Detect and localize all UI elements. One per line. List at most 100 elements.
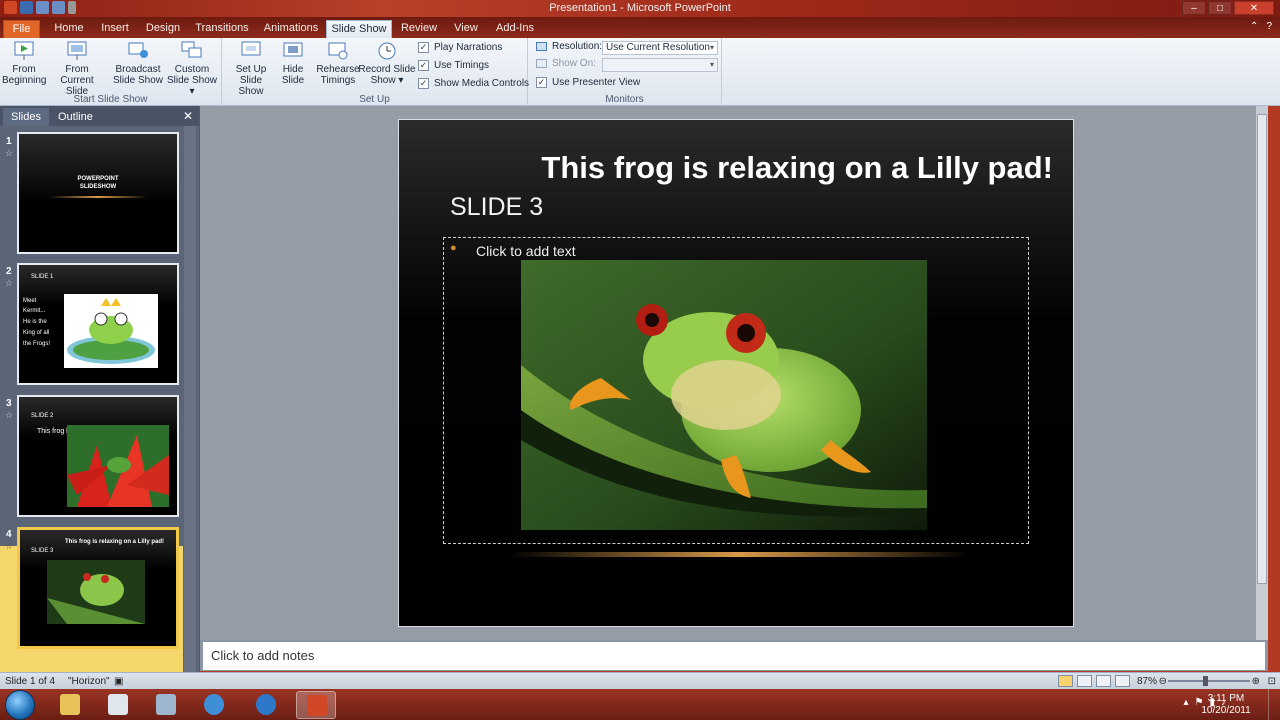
slide-title[interactable]: This frog is relaxing on a Lilly pad! — [541, 150, 1053, 186]
show-desktop-button[interactable] — [1268, 689, 1280, 720]
minimize-button[interactable]: – — [1182, 1, 1206, 15]
set-up-slide-show-button[interactable]: Set Up Slide Show — [226, 40, 276, 97]
slide-canvas[interactable]: This frog is relaxing on a Lilly pad! SL… — [398, 119, 1074, 627]
chevron-down-icon: ▾ — [395, 75, 404, 86]
close-icon[interactable]: ✕ — [183, 109, 193, 123]
tab-design[interactable]: Design — [142, 20, 184, 38]
from-beginning-button[interactable]: From Beginning — [2, 40, 46, 86]
play-narrations-checkbox[interactable]: ✓ Play Narrations — [418, 42, 502, 53]
show-hidden-icons-icon[interactable]: ▴ — [1183, 697, 1188, 708]
tab-outline[interactable]: Outline — [50, 108, 101, 126]
maximize-button[interactable]: □ — [1208, 1, 1232, 15]
accent-line — [49, 196, 147, 198]
tab-add-ins[interactable]: Add-Ins — [492, 20, 538, 38]
tab-animations[interactable]: Animations — [260, 20, 322, 38]
slide-sorter-icon[interactable] — [1077, 675, 1092, 687]
taskbar-internet-explorer[interactable] — [194, 691, 234, 719]
start-button[interactable] — [5, 690, 35, 720]
taskbar-explorer[interactable] — [50, 691, 90, 719]
frog-on-leaf-photo[interactable] — [521, 260, 927, 530]
setup-icon — [241, 41, 261, 56]
clock[interactable]: 3:11 PM 10/20/2011 — [1196, 693, 1256, 717]
from-current-slide-button[interactable]: From Current Slide — [48, 40, 106, 97]
slide-thumbnail-2[interactable]: SLIDE 1 Meet Kermit... He is the King of… — [17, 263, 179, 385]
tab-file[interactable]: File — [3, 20, 40, 38]
zoom-slider-thumb[interactable] — [1203, 676, 1208, 686]
content-placeholder[interactable]: ● Click to add text — [443, 237, 1029, 544]
minimize-ribbon-icon[interactable]: ⌃ — [1250, 21, 1258, 32]
checkbox-checked-icon: ✓ — [536, 77, 547, 88]
tab-insert[interactable]: Insert — [96, 20, 134, 38]
clock-date: 10/20/2011 — [1201, 705, 1251, 716]
group-label: Start Slide Show — [73, 94, 148, 105]
reading-view-icon[interactable] — [1096, 675, 1111, 687]
notes-box[interactable]: Click to add notes — [203, 642, 1265, 670]
slides-pane: Slides Outline ✕ 1 ☆ POWERPOINT SLIDESHO… — [0, 106, 199, 672]
calculator-icon — [156, 694, 176, 715]
vertical-scrollbar[interactable] — [1256, 106, 1268, 640]
taskbar-itunes[interactable] — [246, 691, 286, 719]
slide-thumbnails: 1 ☆ POWERPOINT SLIDESHOW 2 ☆ SLIDE 1 Mee… — [0, 126, 199, 672]
taskbar-calculator[interactable] — [146, 691, 186, 719]
taskbar-powerpoint[interactable] — [296, 691, 336, 719]
broadcast-icon — [128, 42, 148, 58]
help-icon[interactable]: ? — [1266, 21, 1272, 32]
slide-subtitle[interactable]: SLIDE 3 — [450, 193, 543, 222]
tab-slides[interactable]: Slides — [3, 108, 49, 126]
scrollbar-thumb[interactable] — [1257, 114, 1267, 584]
slide-number: 1 — [6, 136, 12, 147]
resolution-dropdown[interactable]: Use Current Resolution ▾ — [602, 41, 718, 55]
group-label: Set Up — [359, 94, 390, 105]
frog-thumbnail-photo — [47, 560, 145, 624]
star-icon: ☆ — [5, 541, 14, 551]
current-slide-icon — [67, 41, 87, 60]
powerpoint-icon — [307, 695, 327, 716]
tab-view[interactable]: View — [448, 20, 484, 38]
group-set-up: Set Up Slide Show Hide Slide Rehearse Timin… — [222, 38, 529, 106]
tab-slide-show[interactable]: Slide Show — [326, 20, 392, 38]
slide-thumbnail-3[interactable]: SLIDE 2 This frog has huge red eyeballs! — [17, 395, 179, 517]
slide-show-icon[interactable] — [1115, 675, 1130, 687]
use-presenter-view-checkbox[interactable]: ✓ Use Presenter View — [536, 77, 640, 88]
title-bar: Presentation1 - Microsoft PowerPoint – □… — [0, 0, 1280, 17]
checkbox-checked-icon: ✓ — [418, 78, 429, 89]
taskbar-notepad[interactable] — [98, 691, 138, 719]
decorative-glow-line — [509, 552, 969, 557]
kermit-clipart — [64, 294, 158, 368]
checkbox-checked-icon: ✓ — [418, 60, 429, 71]
tab-home[interactable]: Home — [50, 20, 88, 38]
tab-review[interactable]: Review — [398, 20, 440, 38]
zoom-level[interactable]: 87% — [1137, 676, 1157, 687]
zoom-in-icon[interactable]: ⊕ — [1252, 676, 1260, 687]
fit-to-window-icon[interactable]: ⊡ — [1268, 676, 1276, 687]
close-window-button[interactable]: ✕ — [1234, 1, 1274, 15]
star-icon: ☆ — [5, 278, 14, 288]
slide-editing-area: This frog is relaxing on a Lilly pad! SL… — [200, 106, 1268, 640]
ribbon-tabs: File Home Insert Design Transitions Anim… — [0, 17, 1280, 38]
show-on-dropdown[interactable]: ▾ — [602, 58, 718, 72]
rehearse-timings-button[interactable]: Rehearse Timings — [316, 40, 360, 86]
slide-thumbnail-4[interactable]: This frog is relaxing on a Lilly pad! SL… — [17, 527, 179, 649]
star-icon: ☆ — [5, 148, 14, 158]
custom-slide-show-button[interactable]: Custom Slide Show ▾ — [164, 40, 220, 97]
itunes-icon — [256, 694, 276, 715]
hide-slide-button[interactable]: Hide Slide — [276, 40, 310, 86]
record-clock-icon — [378, 42, 396, 60]
slide-count: Slide 1 of 4 — [5, 676, 56, 687]
theme-name[interactable]: "Horizon" — [68, 676, 110, 687]
slide-thumbnail-1[interactable]: POWERPOINT SLIDESHOW — [17, 132, 179, 254]
zoom-slider[interactable] — [1168, 676, 1250, 686]
windows-taskbar: ▴ ⚑ ▮ ♪ 3:11 PM 10/20/2011 — [0, 689, 1280, 720]
zoom-out-icon[interactable]: ⊖ — [1159, 676, 1167, 687]
use-timings-checkbox[interactable]: ✓ Use Timings — [418, 60, 489, 71]
tab-transitions[interactable]: Transitions — [192, 20, 252, 38]
spelling-icon[interactable]: ▣ — [114, 676, 123, 687]
broadcast-slide-show-button[interactable]: Broadcast Slide Show — [110, 40, 166, 86]
show-on-label: Show On: — [536, 58, 596, 69]
normal-view-icon[interactable] — [1058, 675, 1073, 687]
thumbnail-scrollbar[interactable] — [184, 126, 196, 672]
red-flower-frog-photo — [67, 425, 169, 507]
checkbox-checked-icon: ✓ — [418, 42, 429, 53]
show-media-controls-checkbox[interactable]: ✓ Show Media Controls — [418, 78, 529, 89]
record-slide-show-button[interactable]: Record Slide Show ▾ — [358, 40, 416, 86]
